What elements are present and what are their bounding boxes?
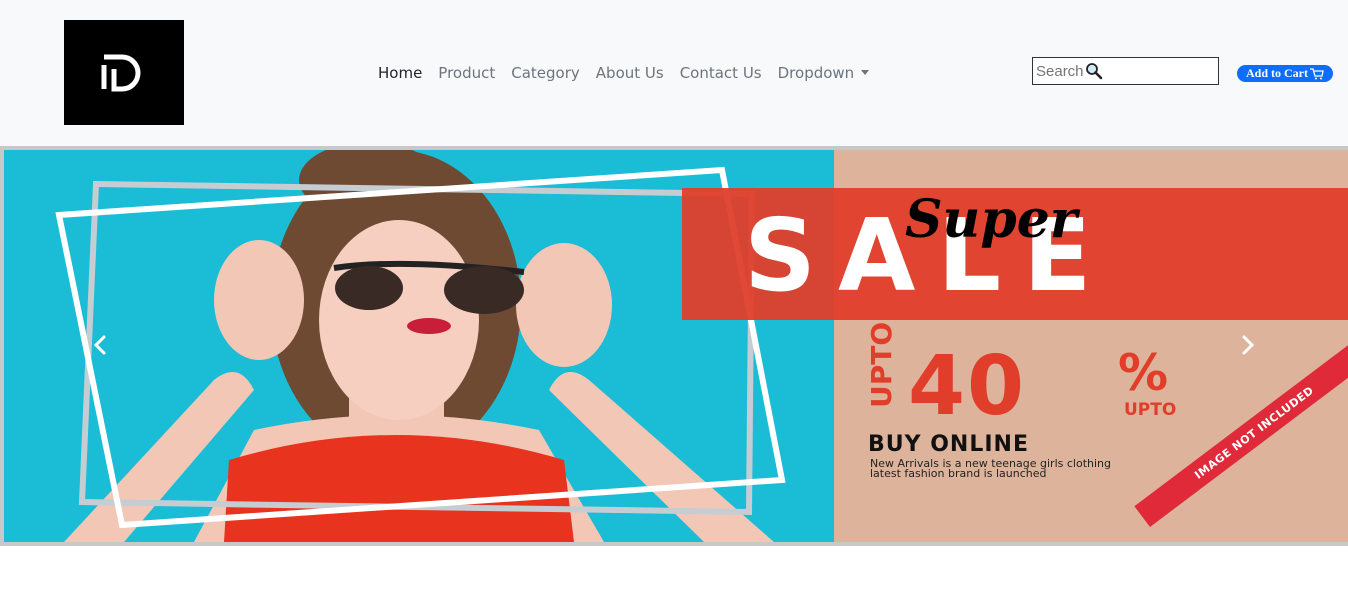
add-to-cart-label: Add to Cart [1246,66,1308,80]
nav-category[interactable]: Category [503,60,588,86]
upto-vertical-text: UPTO [865,321,898,408]
brand-logo[interactable] [64,20,184,125]
d-monogram-logo-icon [101,54,141,91]
navbar: Home Product Category About Us Contact U… [0,0,1348,146]
upto-text: UPTO [1124,400,1177,420]
discount-value: 40 [908,339,1027,434]
nav-about-us[interactable]: About Us [588,60,672,86]
nav-dropdown-label: Dropdown [777,64,855,82]
carousel-next-button[interactable] [1234,332,1260,358]
nav-contact-us[interactable]: Contact Us [672,60,770,86]
caret-down-icon [861,70,870,75]
search-box [1032,57,1219,85]
hero-carousel: SALE Super UPTO 40 % UPTO BUY ONLINE New… [0,146,1348,546]
chevron-right-icon [1242,335,1255,355]
search-input[interactable] [1033,58,1218,84]
percent-sign: % [1118,344,1169,402]
carousel-prev-button[interactable] [88,332,114,358]
promo-description: New Arrivals is a new teenage girls clot… [870,458,1200,480]
nav-product[interactable]: Product [430,60,503,86]
promo-line-2: latest fashion brand is launched [870,467,1047,480]
nav-dropdown[interactable]: Dropdown [770,60,878,86]
super-heading: Super [905,189,1078,250]
buy-online-heading: BUY ONLINE [868,432,1029,457]
main-nav: Home Product Category About Us Contact U… [370,60,877,86]
cart-icon [1310,67,1324,79]
nav-home[interactable]: Home [370,60,430,86]
chevron-left-icon [93,335,106,355]
add-to-cart-button[interactable]: Add to Cart [1237,65,1333,82]
